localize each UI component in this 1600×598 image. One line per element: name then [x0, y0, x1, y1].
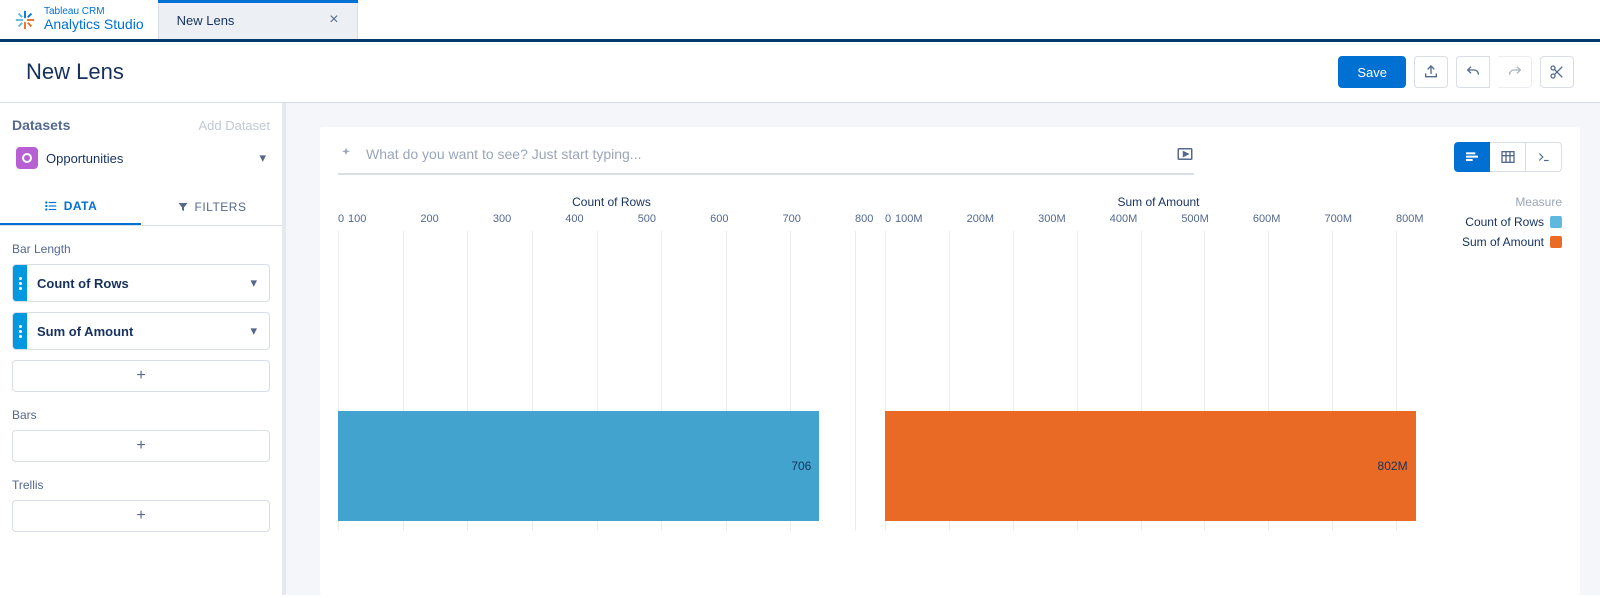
dataset-name: Opportunities [46, 151, 123, 166]
axis-title-left: Count of Rows [338, 195, 885, 213]
measure-pill-sum-of-amount[interactable]: Sum of Amount ▾ [12, 312, 270, 350]
tab-data[interactable]: DATA [0, 189, 141, 225]
brand-app: Analytics Studio [44, 17, 144, 32]
top-navigation: Tableau CRM Analytics Studio New Lens × [0, 0, 1600, 42]
datasets-heading: Datasets [12, 117, 70, 133]
undo-icon [1465, 64, 1481, 80]
bar-value-label: 706 [791, 459, 811, 473]
close-icon[interactable]: × [329, 12, 338, 28]
add-bars-button[interactable]: + [12, 430, 270, 462]
legend-item-sum[interactable]: Sum of Amount [1446, 235, 1562, 249]
legend-item-count[interactable]: Count of Rows [1446, 215, 1562, 229]
view-mode-switch [1454, 142, 1562, 172]
chevron-down-icon[interactable]: ▾ [238, 323, 269, 339]
clip-button[interactable] [1540, 56, 1574, 88]
drag-handle-icon[interactable] [13, 313, 27, 349]
dataset-icon [16, 147, 38, 169]
chevron-down-icon[interactable]: ▾ [238, 275, 269, 291]
saql-mode-button[interactable] [1526, 142, 1562, 172]
section-bars: Bars [12, 408, 270, 422]
terminal-icon [1535, 150, 1553, 164]
legend: Measure Count of Rows Sum of Amount [1432, 195, 1562, 595]
tab-data-label: DATA [64, 199, 98, 213]
scissors-icon [1549, 64, 1565, 80]
legend-swatch-icon [1550, 236, 1562, 248]
page-header: New Lens Save [0, 42, 1600, 103]
add-dataset-button[interactable]: Add Dataset [198, 118, 270, 133]
measure-pill-count-of-rows[interactable]: Count of Rows ▾ [12, 264, 270, 302]
bar-count-of-rows[interactable]: 706 [338, 411, 819, 521]
tab-filters[interactable]: FILTERS [141, 189, 282, 225]
axis-ticks-left: 0 100 200 300 400 500 600 700 800 [338, 213, 885, 231]
chart-mode-button[interactable] [1454, 142, 1490, 172]
chart: Count of Rows Sum of Amount 0 100 200 30… [338, 195, 1432, 595]
bar-sum-of-amount[interactable]: 802M [885, 411, 1416, 521]
section-bar-length: Bar Length [12, 242, 270, 256]
nlq-input[interactable] [364, 145, 1166, 163]
run-query-button[interactable] [1176, 145, 1194, 163]
redo-button[interactable] [1498, 56, 1532, 88]
measure-label: Sum of Amount [27, 324, 143, 339]
dataset-row[interactable]: Opportunities ▾ [12, 141, 270, 175]
section-trellis: Trellis [12, 478, 270, 492]
filter-icon [177, 201, 189, 213]
save-button[interactable]: Save [1338, 56, 1406, 88]
table-icon [1500, 149, 1516, 165]
canvas-area: Count of Rows Sum of Amount 0 100 200 30… [286, 103, 1600, 595]
undo-button[interactable] [1456, 56, 1490, 88]
list-icon [44, 199, 58, 213]
tab-label: New Lens [177, 13, 235, 28]
axis-title-right: Sum of Amount [885, 195, 1432, 213]
share-icon [1423, 64, 1439, 80]
legend-label: Count of Rows [1465, 215, 1544, 229]
redo-icon [1507, 64, 1523, 80]
add-measure-button[interactable]: + [12, 360, 270, 392]
add-trellis-button[interactable]: + [12, 500, 270, 532]
table-mode-button[interactable] [1490, 142, 1526, 172]
brand[interactable]: Tableau CRM Analytics Studio [0, 0, 158, 39]
bar-chart-icon [1464, 149, 1480, 165]
tab-new-lens[interactable]: New Lens × [158, 0, 358, 39]
page-title: New Lens [26, 59, 124, 85]
tableau-crm-logo-icon [14, 9, 36, 31]
chevron-down-icon[interactable]: ▾ [259, 150, 266, 166]
drag-handle-icon[interactable] [13, 265, 27, 301]
measure-label: Count of Rows [27, 276, 139, 291]
share-button[interactable] [1414, 56, 1448, 88]
axis-ticks-right: 0 100M 200M 300M 400M 500M 600M 700M 800… [885, 213, 1432, 231]
legend-swatch-icon [1550, 216, 1562, 228]
left-panel: Datasets Add Dataset Opportunities ▾ DAT… [0, 103, 286, 595]
bar-value-label: 802M [1378, 459, 1408, 473]
tab-filters-label: FILTERS [195, 200, 247, 214]
legend-label: Sum of Amount [1462, 235, 1544, 249]
legend-title: Measure [1446, 195, 1562, 209]
sparkle-icon [338, 146, 354, 162]
